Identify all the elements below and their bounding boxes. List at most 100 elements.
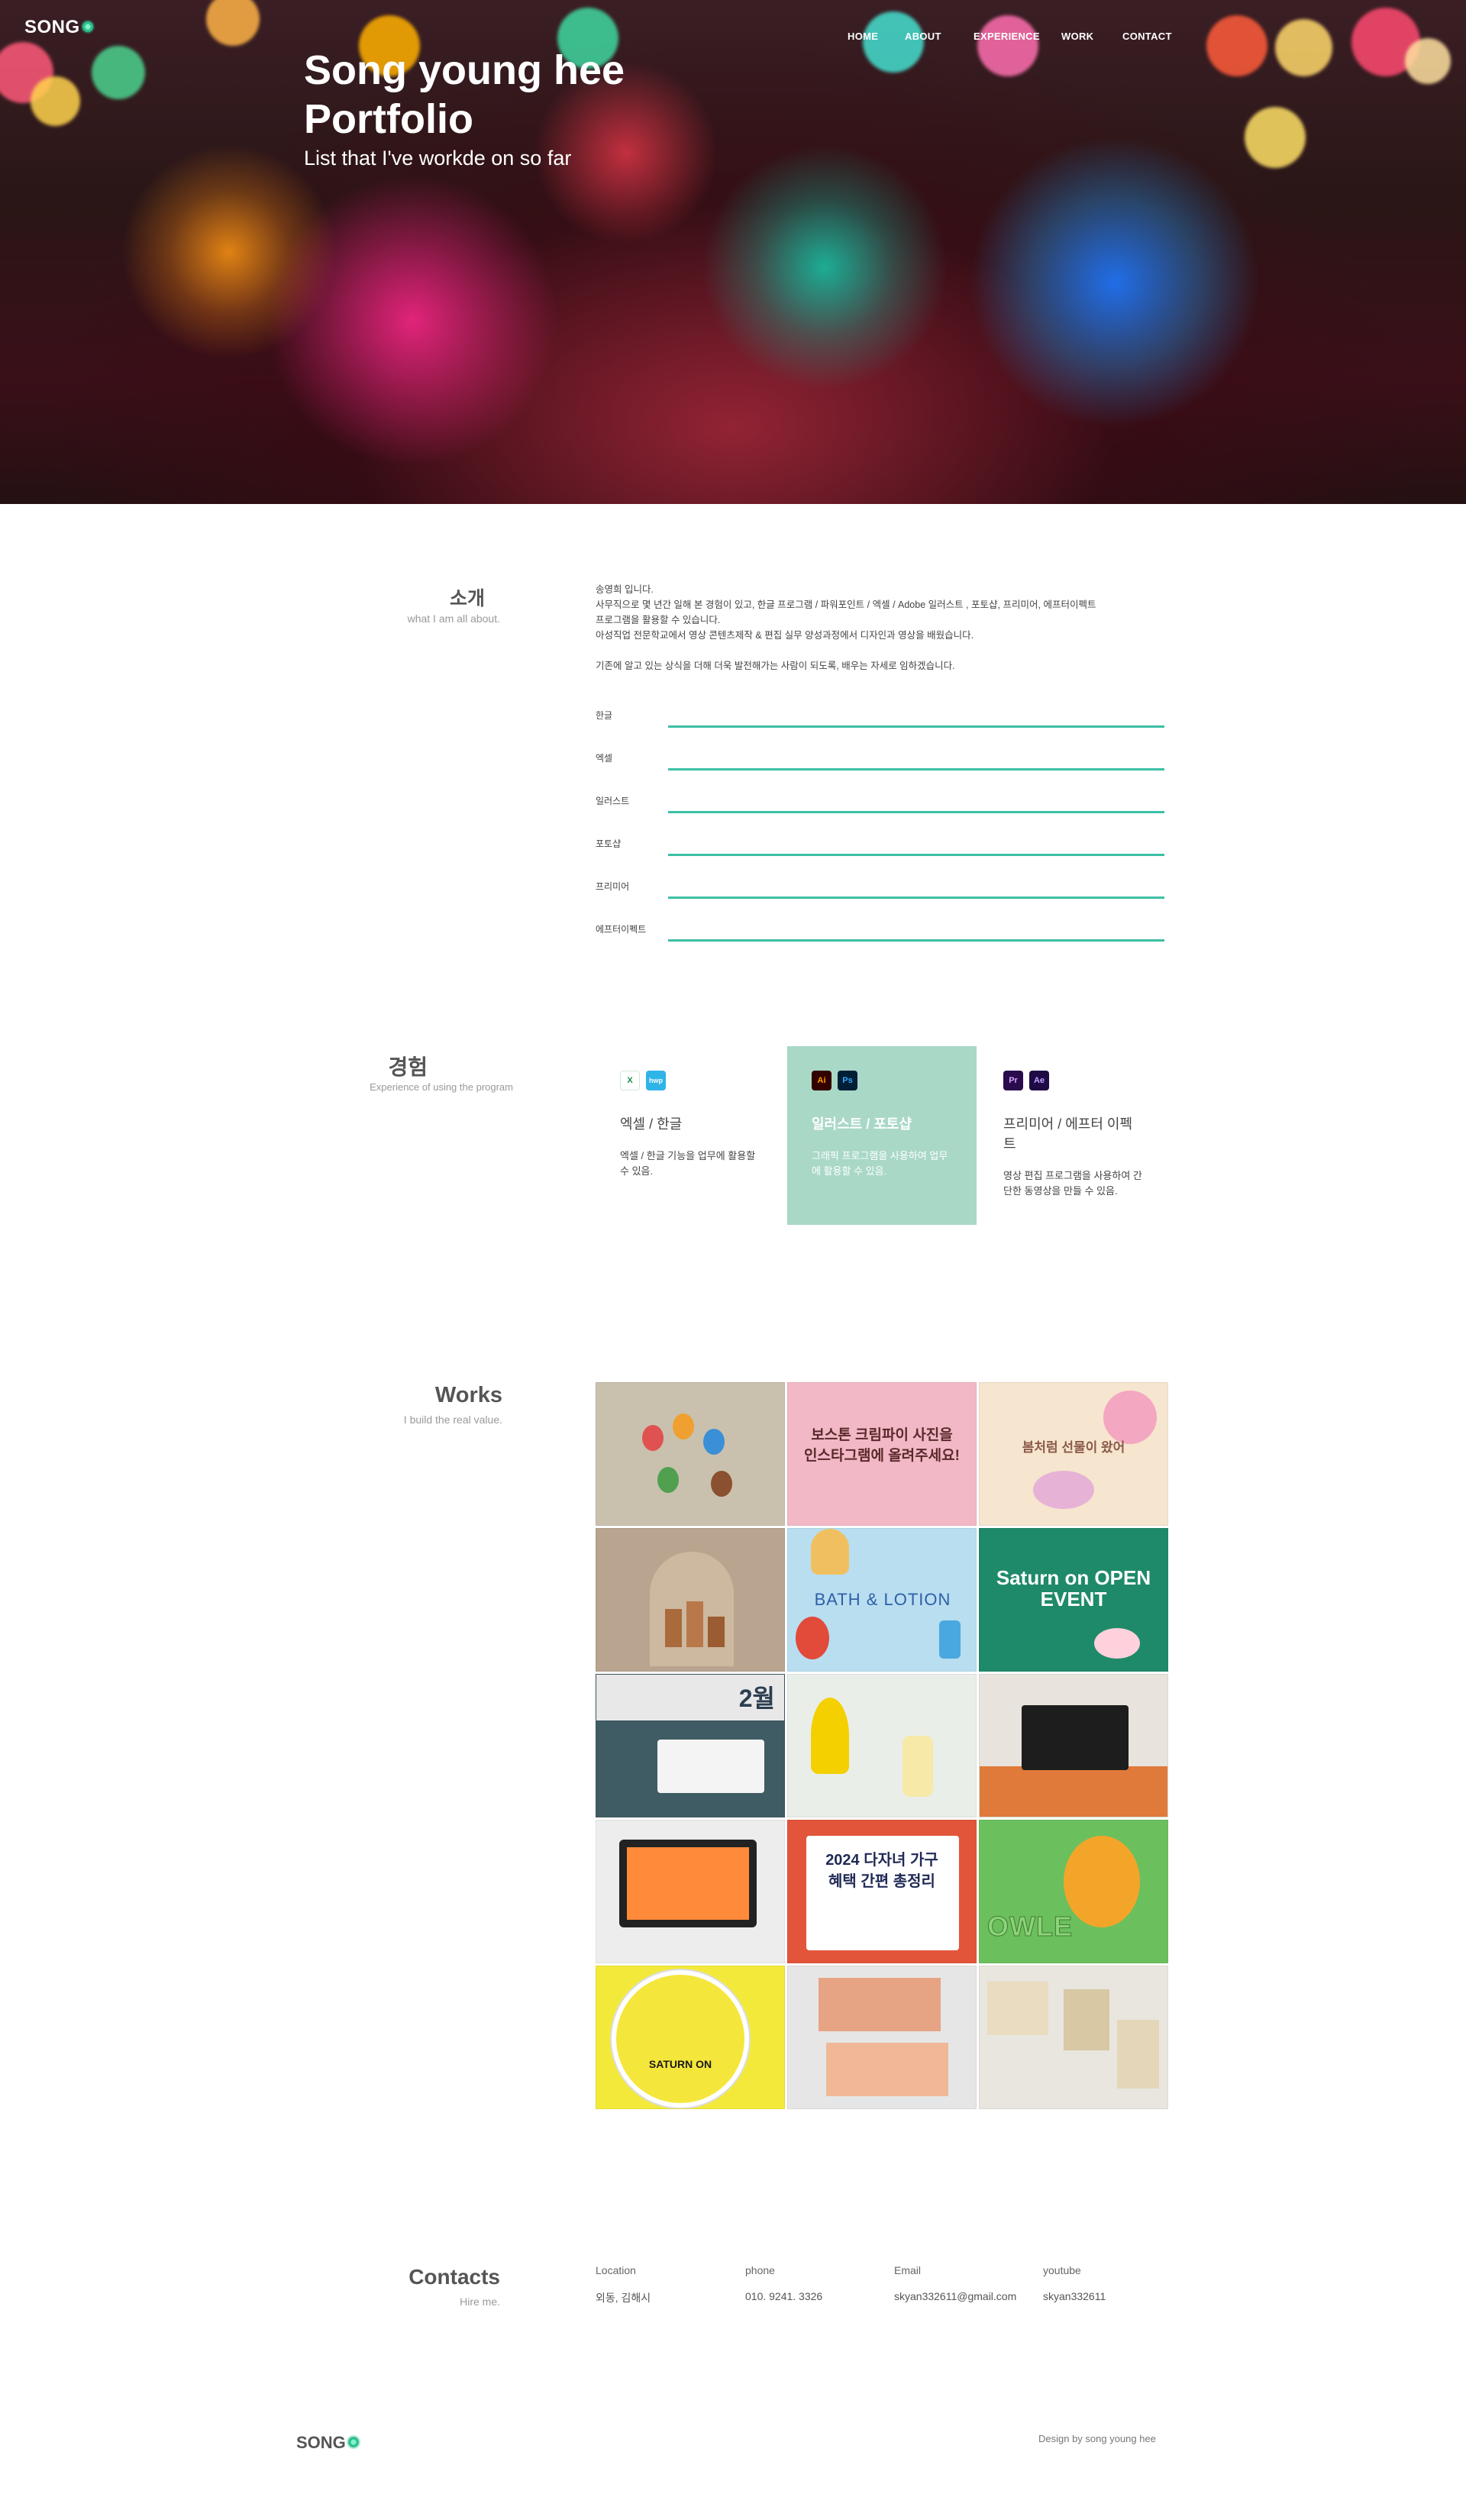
skill-row: 일러스트 bbox=[596, 794, 1164, 817]
about-line: 송영희 입니다. bbox=[596, 584, 654, 595]
contact-value: 외동, 김해시 bbox=[596, 2292, 651, 2304]
hero-title: Song young hee Portfolio bbox=[304, 46, 762, 144]
contact-value[interactable]: skyan332611@gmail.com bbox=[894, 2290, 1016, 2302]
skill-track bbox=[668, 811, 1164, 813]
balloon-shape bbox=[796, 1617, 829, 1659]
work-thumbnail[interactable] bbox=[787, 1674, 977, 1817]
illustrator-icon: Ai bbox=[812, 1071, 831, 1090]
work-thumbnail[interactable]: 2024 다자녀 가구 혜택 간편 총정리 bbox=[787, 1820, 977, 1963]
photoshop-icon: Ps bbox=[838, 1071, 857, 1090]
contact-youtube: youtube skyan332611 bbox=[1043, 2264, 1106, 2302]
bean-shape bbox=[711, 1471, 732, 1497]
about-line: 기존에 알고 있는 상식을 더해 더욱 발전해가는 사람이 되도록, 배우는 자… bbox=[596, 661, 955, 671]
experience-subtitle: Experience of using the program bbox=[370, 1081, 513, 1093]
plant-shape bbox=[811, 1698, 849, 1774]
nav-about[interactable]: ABOUT bbox=[905, 31, 941, 42]
logo-text: SONG bbox=[24, 17, 80, 37]
work-thumbnail[interactable]: Saturn on OPEN EVENT bbox=[979, 1528, 1168, 1672]
work-caption: Saturn on OPEN EVENT bbox=[996, 1566, 1151, 1611]
skill-track bbox=[668, 768, 1164, 771]
bokeh-light bbox=[863, 11, 924, 73]
box-shape bbox=[987, 1982, 1048, 2035]
about-line: 프로그램을 활용할 수 있습니다. bbox=[596, 615, 721, 625]
experience-card[interactable]: Pr Ae 프리미어 / 에프터 이펙트 영상 편집 프로그램을 사용하여 간단… bbox=[979, 1046, 1168, 1225]
work-thumbnail[interactable] bbox=[596, 1820, 785, 1963]
bokeh-light bbox=[977, 15, 1038, 76]
work-thumbnail[interactable] bbox=[979, 1674, 1168, 1817]
bottle-shape bbox=[939, 1620, 961, 1659]
skill-fill bbox=[668, 854, 1164, 856]
skill-row: 한글 bbox=[596, 709, 1164, 732]
contacts-title: Contacts bbox=[408, 2265, 500, 2289]
skill-track bbox=[668, 939, 1164, 942]
work-thumbnail[interactable] bbox=[596, 1528, 785, 1672]
work-thumbnail[interactable]: 봄처럼 선물이 왔어 bbox=[979, 1382, 1168, 1526]
contact-value[interactable]: skyan332611 bbox=[1043, 2290, 1106, 2302]
skill-label: 한글 bbox=[596, 710, 613, 721]
about-line: 아성직업 전문학교에서 영상 콘텐츠제작 & 편집 실무 양성과정에서 디자인과… bbox=[596, 630, 974, 641]
bokeh-light bbox=[1245, 107, 1306, 168]
bokeh-light bbox=[92, 46, 145, 99]
footer-credit: Design by song young hee bbox=[1038, 2433, 1156, 2444]
contact-phone: phone 010. 9241. 3326 bbox=[745, 2264, 822, 2302]
sign-shape bbox=[612, 1970, 749, 2108]
bottle-shape bbox=[665, 1609, 682, 1647]
skill-track bbox=[668, 725, 1164, 728]
work-thumbnail[interactable]: OWLE bbox=[979, 1820, 1168, 1963]
footer-logo[interactable]: SONG bbox=[296, 2433, 359, 2453]
work-thumbnail[interactable]: BATH & LOTION bbox=[787, 1528, 977, 1672]
work-thumbnail[interactable]: 보스톤 크림파이 사진을 인스타그램에 올려주세요! bbox=[787, 1382, 977, 1526]
card-shape bbox=[819, 1978, 941, 2031]
works-subtitle: I build the real value. bbox=[403, 1413, 502, 1426]
experience-card[interactable]: X hwp 엑셀 / 한글 엑셀 / 한글 기능을 업무에 활용할 수 있음. bbox=[596, 1046, 785, 1225]
skill-track bbox=[668, 854, 1164, 856]
skill-label: 에프터이펙트 bbox=[596, 924, 647, 935]
bottle-shape bbox=[686, 1601, 703, 1647]
skill-row: 포토샵 bbox=[596, 837, 1164, 860]
work-caption: 보스톤 크림파이 사진을 인스타그램에 올려주세요! bbox=[804, 1427, 960, 1464]
screen-shape bbox=[627, 1847, 749, 1920]
card-shape bbox=[826, 2043, 948, 2096]
nav-contact[interactable]: CONTACT bbox=[1122, 31, 1172, 42]
experience-card[interactable]: Ai Ps 일러스트 / 포토샵 그래픽 프로그램을 사용하여 업무에 활용할 … bbox=[787, 1046, 977, 1225]
bean-shape bbox=[703, 1429, 725, 1455]
experience-card-desc: 영상 편집 프로그램을 사용하여 간단한 동영상을 만들 수 있음. bbox=[1003, 1170, 1142, 1197]
work-caption: OWLE bbox=[987, 1911, 1073, 1943]
about-line bbox=[596, 643, 1176, 658]
logo-mark-icon bbox=[347, 2437, 359, 2447]
contact-label: phone bbox=[745, 2264, 775, 2276]
work-thumbnail[interactable] bbox=[979, 1966, 1168, 2109]
bokeh-light bbox=[31, 76, 80, 126]
flower-shape bbox=[1033, 1471, 1094, 1509]
work-thumbnail[interactable]: 2월 bbox=[596, 1674, 785, 1817]
works-title: Works bbox=[434, 1383, 502, 1407]
about-line: 사무직으로 몇 년간 일해 본 경험이 있고, 한글 프로그램 / 파워포인트 … bbox=[596, 599, 1096, 610]
bokeh-light bbox=[206, 0, 260, 46]
site-logo[interactable]: SONG bbox=[24, 17, 93, 38]
nav-home[interactable]: HOME bbox=[848, 31, 878, 42]
contact-label: Email bbox=[894, 2264, 922, 2276]
experience-card-title: 엑셀 / 한글 bbox=[620, 1116, 683, 1132]
about-title: 소개 bbox=[449, 588, 485, 609]
nav-experience[interactable]: EXPERIENCE bbox=[974, 31, 1040, 42]
after-effects-icon: Ae bbox=[1029, 1071, 1049, 1090]
skill-row: 엑셀 bbox=[596, 751, 1164, 774]
nav-work[interactable]: WORK bbox=[1061, 31, 1093, 42]
contact-value[interactable]: 010. 9241. 3326 bbox=[745, 2290, 822, 2302]
flower-shape bbox=[1094, 1628, 1140, 1659]
excel-icon: X bbox=[620, 1071, 640, 1090]
contact-label: youtube bbox=[1043, 2264, 1081, 2276]
experience-card-title: 일러스트 / 포토샵 bbox=[812, 1116, 912, 1132]
skill-label: 프리미어 bbox=[596, 881, 630, 892]
hero-title-line: Song young hee bbox=[304, 47, 625, 93]
hero-subtitle: List that I've workde on so far bbox=[304, 147, 572, 170]
work-thumbnail[interactable] bbox=[787, 1966, 977, 2109]
logo-mark-icon bbox=[82, 21, 93, 32]
balloon-shape bbox=[811, 1529, 849, 1575]
skill-fill bbox=[668, 768, 1164, 771]
work-thumbnail[interactable] bbox=[596, 1382, 785, 1526]
skill-row: 에프터이펙트 bbox=[596, 922, 1164, 945]
work-thumbnail[interactable]: SATURN ON bbox=[596, 1966, 785, 2109]
bokeh-light bbox=[1206, 15, 1267, 76]
experience-card-desc: 그래픽 프로그램을 사용하여 업무에 활용할 수 있음. bbox=[812, 1150, 948, 1177]
